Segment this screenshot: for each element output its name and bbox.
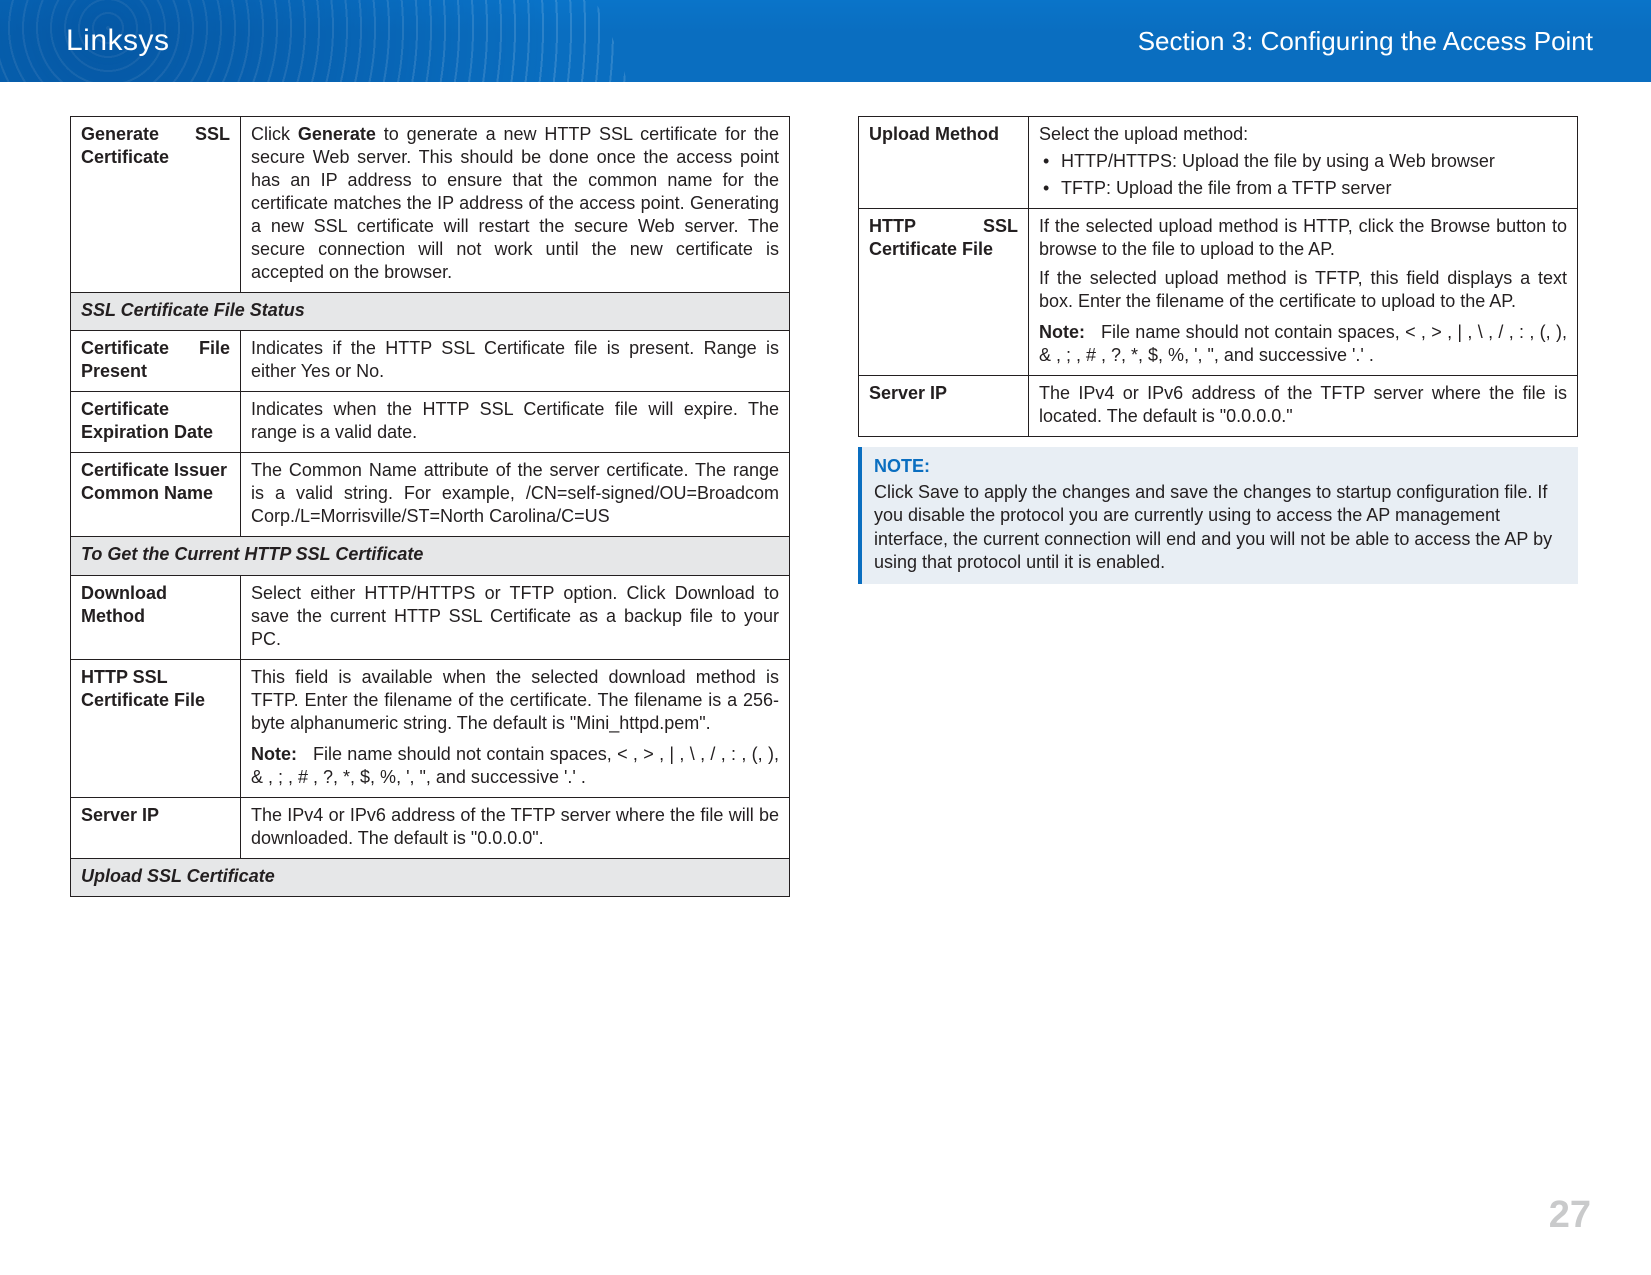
row-desc: If the selected upload method is HTTP, c… (1029, 209, 1578, 376)
section-heading: SSL Certificate File Status (71, 293, 790, 331)
row-label: Server IP (859, 376, 1029, 437)
row-desc: The IPv4 or IPv6 address of the TFTP ser… (1029, 376, 1578, 437)
table-row: Certificate Issuer Common Name The Commo… (71, 453, 790, 537)
list-item: HTTP/HTTPS: Upload the file by using a W… (1039, 150, 1567, 173)
row-desc: Click Generate to generate a new HTTP SS… (241, 117, 790, 293)
table-row: GenerateSSL Certificate Click Generate t… (71, 117, 790, 293)
row-label: CertificateFile Present (71, 331, 241, 392)
table-row: Certificate Expiration Date Indicates wh… (71, 392, 790, 453)
row-desc: The Common Name attribute of the server … (241, 453, 790, 537)
row-desc: This field is available when the selecte… (241, 659, 790, 797)
left-column: GenerateSSL Certificate Click Generate t… (70, 116, 790, 897)
right-column: Upload Method Select the upload method: … (858, 116, 1578, 897)
row-desc: The IPv4 or IPv6 address of the TFTP ser… (241, 797, 790, 858)
note-body: Click Save to apply the changes and save… (874, 481, 1566, 575)
table-row: Upload Method Select the upload method: … (859, 117, 1578, 209)
table-row: Server IP The IPv4 or IPv6 address of th… (71, 797, 790, 858)
table-row: Server IP The IPv4 or IPv6 address of th… (859, 376, 1578, 437)
row-desc: Indicates if the HTTP SSL Certificate fi… (241, 331, 790, 392)
section-heading: To Get the Current HTTP SSL Certificate (71, 537, 790, 575)
bullet-list: HTTP/HTTPS: Upload the file by using a W… (1039, 150, 1567, 200)
row-desc: Select the upload method: HTTP/HTTPS: Up… (1029, 117, 1578, 209)
list-item: TFTP: Upload the file from a TFTP server (1039, 177, 1567, 200)
row-label: HTTPSSL Certificate File (859, 209, 1029, 376)
table-section: To Get the Current HTTP SSL Certificate (71, 537, 790, 575)
brand-logo: Linksys (66, 24, 170, 58)
page-number: 27 (1549, 1194, 1591, 1237)
section-heading: Upload SSL Certificate (71, 858, 790, 896)
page-header: Linksys Section 3: Configuring the Acces… (0, 0, 1651, 82)
table-row: CertificateFile Present Indicates if the… (71, 331, 790, 392)
note-heading: NOTE: (874, 455, 1566, 478)
left-table: GenerateSSL Certificate Click Generate t… (70, 116, 790, 897)
table-row: HTTPSSL Certificate File If the selected… (859, 209, 1578, 376)
row-label: Certificate Issuer Common Name (71, 453, 241, 537)
row-label: Upload Method (859, 117, 1029, 209)
row-desc: Select either HTTP/HTTPS or TFTP option.… (241, 575, 790, 659)
table-section: SSL Certificate File Status (71, 293, 790, 331)
row-label: HTTP SSL Certificate File (71, 659, 241, 797)
table-section: Upload SSL Certificate (71, 858, 790, 896)
row-label: Server IP (71, 797, 241, 858)
note-callout: NOTE: Click Save to apply the changes an… (858, 447, 1578, 584)
table-row: Download Method Select either HTTP/HTTPS… (71, 575, 790, 659)
row-label: Certificate Expiration Date (71, 392, 241, 453)
right-table: Upload Method Select the upload method: … (858, 116, 1578, 437)
row-desc: Indicates when the HTTP SSL Certificate … (241, 392, 790, 453)
table-row: HTTP SSL Certificate File This field is … (71, 659, 790, 797)
section-title: Section 3: Configuring the Access Point (1138, 26, 1593, 57)
row-label: GenerateSSL Certificate (71, 117, 241, 293)
page-body: GenerateSSL Certificate Click Generate t… (0, 82, 1651, 897)
row-label: Download Method (71, 575, 241, 659)
